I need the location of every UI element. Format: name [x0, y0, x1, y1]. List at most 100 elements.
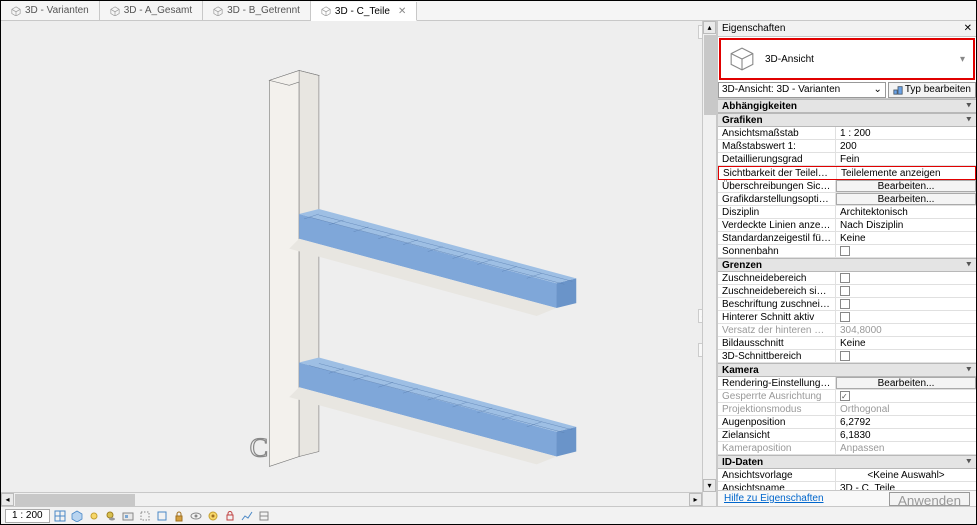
category-label: Grafiken [722, 115, 763, 126]
property-row: Zielansicht6,1830 [718, 429, 976, 442]
scroll-left-icon[interactable]: ◂ [1, 493, 14, 506]
checkbox-icon [840, 246, 850, 256]
close-icon[interactable]: ✕ [398, 6, 406, 17]
property-value[interactable]: Fein [836, 153, 976, 165]
property-label: Hinterer Schnitt aktiv [718, 311, 836, 323]
category-label: Abhängigkeiten [722, 101, 797, 112]
property-checkbox[interactable] [836, 245, 976, 257]
property-edit-button[interactable]: Bearbeiten... [836, 377, 976, 389]
analytical-icon[interactable] [240, 509, 254, 523]
property-row: Rendering-EinstellungenBearbeiten... [718, 377, 976, 390]
scroll-right-icon[interactable]: ▸ [689, 493, 702, 506]
property-value: 304,8000 [836, 324, 976, 336]
close-icon[interactable]: ✕ [964, 23, 972, 34]
view-selector-value: 3D-Ansicht: 3D - Varianten [722, 84, 840, 95]
property-label: Grafikdarstellungsoptionen [718, 193, 836, 205]
type-selector-box[interactable]: 3D-Ansicht ▾ [719, 38, 975, 80]
property-label: Augenposition [718, 416, 836, 428]
property-label: Standardanzeigestil für Analyse [718, 232, 836, 244]
property-value[interactable]: 1 : 200 [836, 127, 976, 139]
reveal-icon[interactable] [206, 509, 220, 523]
scale-value: 1 : 200 [12, 510, 43, 521]
property-value[interactable]: Keine [836, 232, 976, 244]
category-header[interactable]: ID-Daten⯆ [718, 455, 976, 469]
view-tab[interactable]: 3D - Varianten [1, 1, 100, 20]
property-label: 3D-Schnittbereich [718, 350, 836, 362]
detail-level-icon[interactable] [53, 509, 67, 523]
scroll-up-icon[interactable]: ▴ [703, 21, 716, 34]
category-header[interactable]: Kamera⯆ [718, 363, 976, 377]
chevron-down-icon: ⌄ [873, 84, 881, 95]
property-checkbox[interactable] [836, 285, 976, 297]
category-header[interactable]: Abhängigkeiten⯆ [718, 99, 976, 113]
scroll-thumb[interactable] [15, 494, 135, 506]
tools-icon[interactable] [257, 509, 271, 523]
temp-hide-icon[interactable] [189, 509, 203, 523]
cube-icon [11, 6, 21, 16]
checkbox-icon [840, 299, 850, 309]
property-value[interactable]: Teilelemente anzeigen [837, 167, 975, 179]
property-row: KamerapositionAnpassen [718, 442, 976, 455]
property-value[interactable]: Nach Disziplin [836, 219, 976, 231]
checkbox-icon [840, 312, 850, 322]
property-row: ProjektionsmodusOrthogonal [718, 403, 976, 416]
tab-label: 3D - C_Teile [335, 6, 390, 17]
category-header[interactable]: Grenzen ⯆ [718, 258, 976, 272]
view-tab[interactable]: 3D - C_Teile ✕ [311, 2, 417, 21]
property-value[interactable]: 6,1830 [836, 429, 976, 441]
3d-viewport[interactable]: C ▾ ◉ ▾ ▴ ▾ ◂ ▸ [1, 21, 717, 506]
property-checkbox[interactable] [836, 350, 976, 362]
vertical-scrollbar[interactable]: ▴ ▾ [702, 21, 716, 506]
help-link[interactable]: Hilfe zu Eigenschaften [724, 493, 824, 504]
rendering-icon[interactable] [121, 509, 135, 523]
cube-icon [110, 6, 120, 16]
property-label: Kameraposition [718, 442, 836, 454]
property-checkbox[interactable] [836, 311, 976, 323]
collapse-icon: ⯆ [966, 260, 972, 270]
chevron-down-icon: ▾ [960, 54, 965, 65]
property-row: Ansichtsname3D - C_Teile [718, 482, 976, 490]
category-header[interactable]: Grafiken⯆ [718, 113, 976, 127]
property-checkbox[interactable] [836, 298, 976, 310]
property-value[interactable]: <Keine Auswahl> [836, 469, 976, 481]
sun-path-icon[interactable] [87, 509, 101, 523]
property-checkbox[interactable] [836, 272, 976, 284]
property-row: GrafikdarstellungsoptionenBearbeiten... [718, 193, 976, 206]
visual-style-icon[interactable] [70, 509, 84, 523]
property-value[interactable]: Keine [836, 337, 976, 349]
category-label: Grenzen [722, 260, 762, 271]
property-checkbox [836, 390, 976, 402]
view-tab[interactable]: 3D - A_Gesamt [100, 1, 203, 20]
cube-icon [321, 6, 331, 16]
apply-button[interactable]: Anwenden [889, 492, 970, 506]
property-value[interactable]: 200 [836, 140, 976, 152]
view-tab[interactable]: 3D - B_Getrennt [203, 1, 311, 20]
lock-icon[interactable] [172, 509, 186, 523]
property-value[interactable]: 3D - C_Teile [836, 482, 976, 490]
edit-type-button[interactable]: Typ bearbeiten [888, 82, 976, 98]
property-label: Versatz der hinteren Grenze [718, 324, 836, 336]
constraints-icon[interactable] [223, 509, 237, 523]
property-row: DisziplinArchitektonisch [718, 206, 976, 219]
property-edit-button[interactable]: Bearbeiten... [836, 193, 976, 205]
tab-label: 3D - A_Gesamt [124, 5, 192, 16]
scroll-down-icon[interactable]: ▾ [703, 479, 716, 492]
property-row: Hinterer Schnitt aktiv [718, 311, 976, 324]
edit-type-label: Typ bearbeiten [905, 84, 971, 95]
crop-visible-icon[interactable] [155, 509, 169, 523]
property-edit-button[interactable]: Bearbeiten... [836, 180, 976, 192]
crop-icon[interactable] [138, 509, 152, 523]
view-selector[interactable]: 3D-Ansicht: 3D - Varianten ⌄ [718, 82, 886, 98]
horizontal-scrollbar[interactable]: ◂ ▸ [1, 492, 702, 506]
property-label: Ansichtsvorlage [718, 469, 836, 481]
property-row: Zuschneidebereich sichtbar [718, 285, 976, 298]
shadows-icon[interactable] [104, 509, 118, 523]
property-row: Zuschneidebereich [718, 272, 976, 285]
category-label: ID-Daten [722, 457, 763, 468]
property-value[interactable]: 6,2792 [836, 416, 976, 428]
property-row: DetaillierungsgradFein [718, 153, 976, 166]
property-value[interactable]: Architektonisch [836, 206, 976, 218]
scroll-thumb[interactable] [704, 35, 716, 115]
scale-selector[interactable]: 1 : 200 [5, 509, 50, 523]
property-label: Sichtbarkeit der Teilelemente [719, 167, 837, 179]
